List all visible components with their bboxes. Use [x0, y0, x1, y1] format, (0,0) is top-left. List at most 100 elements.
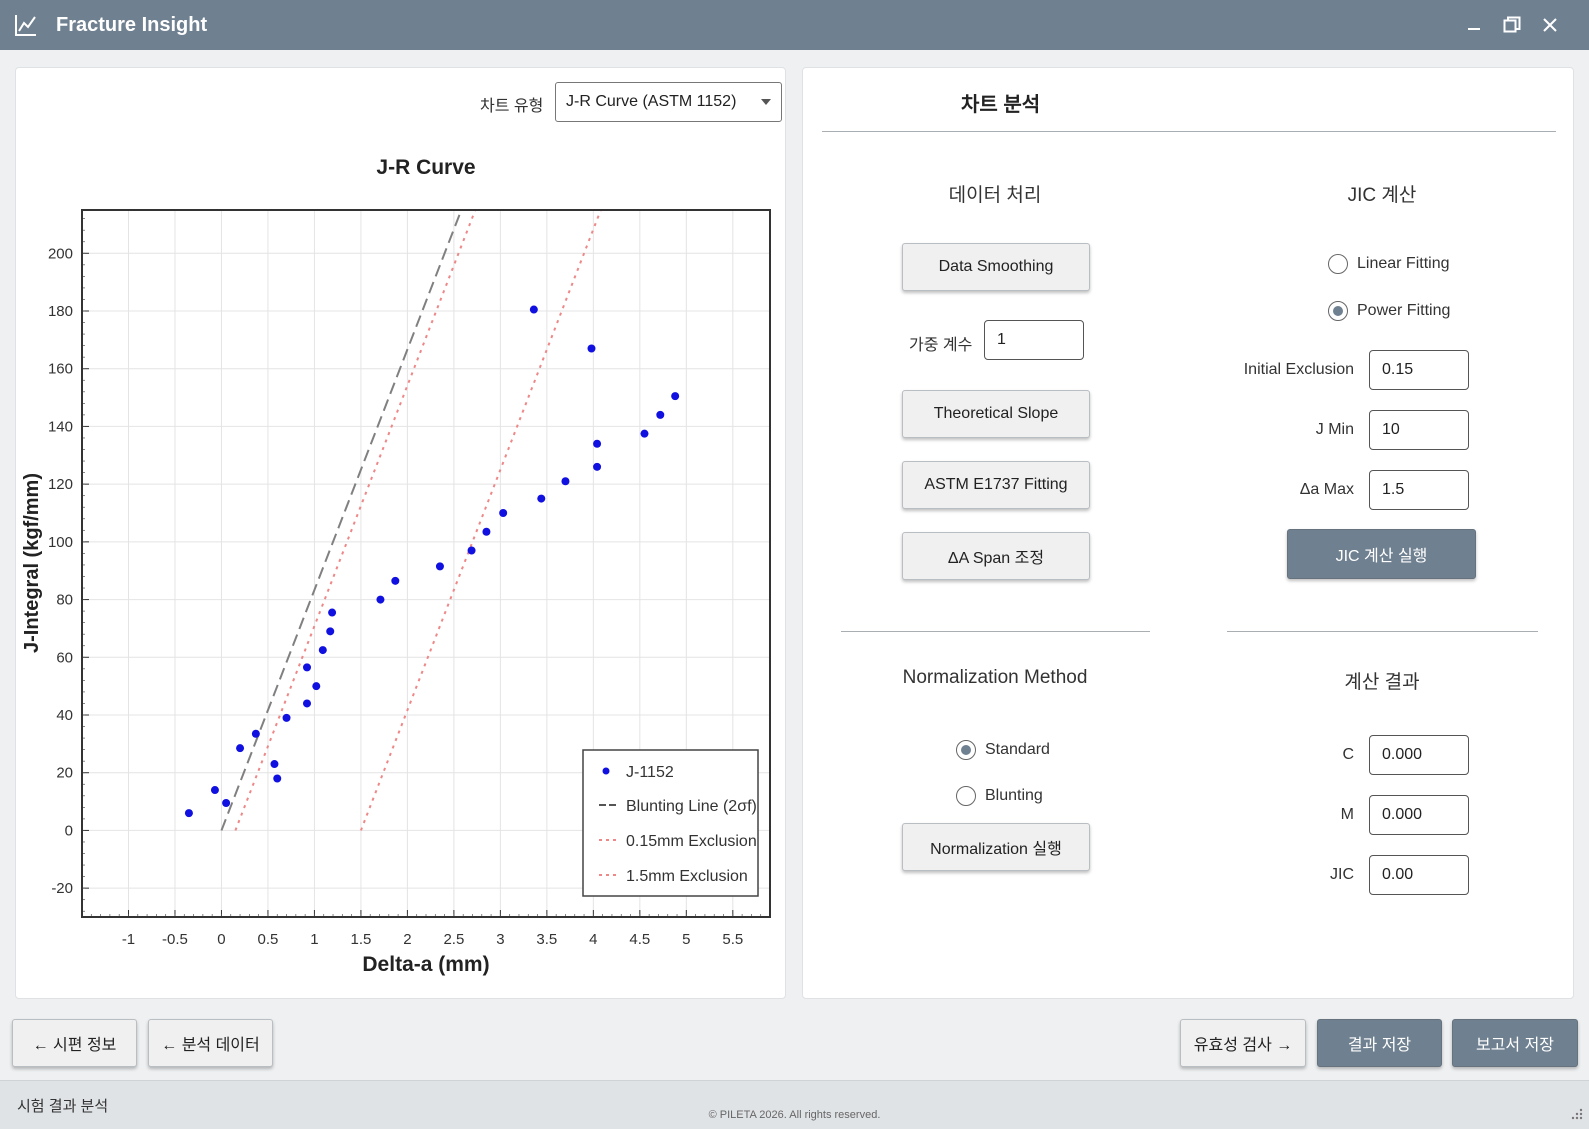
- delta-a-max-input[interactable]: [1369, 470, 1469, 510]
- chart-type-value: J-R Curve (ASTM 1152): [566, 93, 737, 110]
- jic-value-input[interactable]: [1369, 855, 1469, 895]
- divider: [841, 631, 1150, 632]
- normalization-run-button[interactable]: Normalization 실행: [902, 823, 1090, 871]
- validity-check-button[interactable]: 유효성 검사 →: [1180, 1019, 1306, 1067]
- resize-grip-icon[interactable]: [1569, 1106, 1583, 1125]
- x-tick-label: 3: [496, 931, 504, 948]
- data-point: [499, 509, 508, 517]
- j-min-label: J Min: [1315, 421, 1354, 438]
- chart-type-select[interactable]: J-R Curve (ASTM 1152): [555, 82, 782, 122]
- data-point: [482, 527, 491, 536]
- data-point: [273, 774, 282, 783]
- m-label: M: [1340, 806, 1354, 823]
- data-point: [656, 410, 665, 419]
- data-point: [210, 786, 219, 795]
- power-fitting-radio[interactable]: Power Fitting: [1328, 301, 1450, 321]
- x-tick-label: 1.5: [350, 931, 371, 948]
- data-point: [318, 646, 327, 655]
- data-point: [302, 699, 311, 708]
- data-point: [282, 713, 291, 722]
- save-report-button[interactable]: 보고서 저장: [1452, 1019, 1578, 1067]
- astm-fitting-button[interactable]: ASTM E1737 Fitting: [902, 461, 1090, 509]
- title-bar: Fracture Insight: [0, 0, 1589, 50]
- y-tick-label: 80: [56, 592, 73, 609]
- y-tick-label: 60: [56, 649, 73, 666]
- data-point: [236, 744, 245, 753]
- data-point: [640, 429, 649, 438]
- x-tick-label: 2: [403, 931, 411, 948]
- data-point: [587, 344, 596, 353]
- jic-run-button[interactable]: JIC 계산 실행: [1287, 529, 1476, 579]
- m-value-input[interactable]: [1369, 795, 1469, 835]
- data-point: [671, 392, 680, 401]
- x-tick-label: -0.5: [162, 931, 188, 948]
- delta-a-span-button[interactable]: ΔA Span 조정: [902, 532, 1090, 580]
- data-point: [376, 595, 385, 604]
- data-point: [270, 760, 279, 769]
- x-axis-label: Delta-a (mm): [362, 953, 489, 976]
- y-tick-label: 20: [56, 765, 73, 782]
- y-tick-label: 180: [48, 303, 73, 320]
- divider: [1227, 631, 1538, 632]
- data-point: [467, 546, 476, 555]
- status-bar: 시험 결과 분석 © PILETA 2026. All rights reser…: [0, 1080, 1589, 1129]
- radio-on-icon: [1328, 301, 1348, 321]
- x-tick-label: -1: [122, 931, 135, 948]
- x-tick-label: 0: [217, 931, 225, 948]
- data-point: [593, 439, 602, 448]
- series-line: [234, 209, 477, 831]
- x-tick-label: 2.5: [443, 931, 464, 948]
- data-point: [222, 799, 231, 808]
- data-point: [391, 576, 400, 585]
- restore-icon[interactable]: [1493, 0, 1531, 50]
- jr-curve-chart: J-R Curve -1 -0.5 0 0.5 1 1.5 2 2.5 3 3.5 4 4.5 5 5.5…: [21, 156, 771, 976]
- data-point: [251, 729, 260, 738]
- data-point: [328, 608, 337, 617]
- data-smoothing-button[interactable]: Data Smoothing: [902, 243, 1090, 291]
- window-title: Fracture Insight: [56, 13, 208, 36]
- y-tick-label: 40: [56, 707, 73, 724]
- copyright-text: © PILETA 2026. All rights reserved.: [708, 1109, 881, 1121]
- initial-exclusion-input[interactable]: [1369, 350, 1469, 390]
- chart-title: J-R Curve: [376, 156, 475, 179]
- save-results-button[interactable]: 결과 저장: [1317, 1019, 1442, 1067]
- x-tick-label: 5.5: [722, 931, 743, 948]
- blunting-radio[interactable]: Blunting: [956, 786, 1043, 806]
- j-min-input[interactable]: [1369, 410, 1469, 450]
- linear-fitting-radio[interactable]: Linear Fitting: [1328, 254, 1450, 274]
- legend-label-015: 0.15mm Exclusion: [626, 833, 757, 850]
- legend-label-blunting: Blunting Line (2σf): [626, 798, 757, 815]
- weight-factor-label: 가중 계수: [909, 337, 973, 354]
- c-label: C: [1342, 746, 1354, 763]
- data-point: [302, 663, 311, 672]
- close-icon[interactable]: [1531, 0, 1569, 50]
- x-tick-label: 4.5: [629, 931, 650, 948]
- data-point: [529, 305, 538, 314]
- c-value-input[interactable]: [1369, 735, 1469, 775]
- x-tick-label: 4: [589, 931, 597, 948]
- data-point: [537, 494, 546, 503]
- data-point: [561, 477, 570, 486]
- x-tick-label: 0.5: [258, 931, 279, 948]
- chevron-down-icon: [761, 99, 771, 105]
- series-line: [359, 209, 602, 831]
- data-point: [184, 809, 193, 818]
- y-tick-label: 120: [48, 476, 73, 493]
- jic-label: JIC: [1330, 866, 1354, 883]
- initial-exclusion-label: Initial Exclusion: [1243, 361, 1354, 378]
- x-tick-label: 3.5: [536, 931, 557, 948]
- divider: [822, 131, 1556, 132]
- theoretical-slope-button[interactable]: Theoretical Slope: [902, 390, 1090, 438]
- analysis-data-button[interactable]: ← 분석 데이터: [148, 1019, 273, 1067]
- data-processing-title: 데이터 처리: [948, 185, 1042, 206]
- jic-calc-title: JIC 계산: [1347, 185, 1417, 206]
- minimize-icon[interactable]: [1455, 0, 1493, 50]
- standard-radio[interactable]: Standard: [956, 740, 1050, 760]
- weight-factor-input[interactable]: [984, 320, 1084, 360]
- analysis-title: 차트 분석: [961, 94, 1041, 116]
- delta-a-max-label: Δa Max: [1299, 481, 1354, 498]
- y-tick-label: 100: [48, 534, 73, 551]
- y-tick-label: 160: [48, 361, 73, 378]
- specimen-info-button[interactable]: ← 시편 정보: [12, 1019, 137, 1067]
- data-point: [312, 682, 321, 691]
